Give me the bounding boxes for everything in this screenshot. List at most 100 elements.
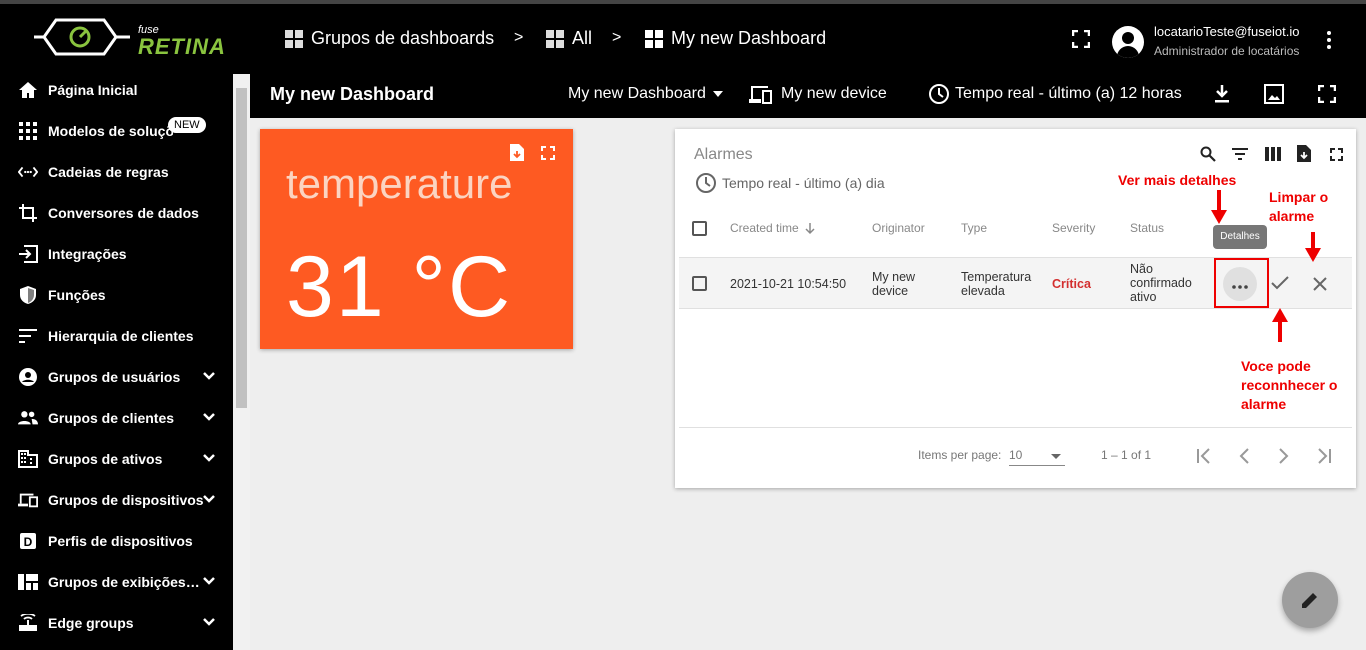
sidebar-item-roles[interactable]: Funções: [0, 274, 233, 315]
more-vert-icon[interactable]: [1322, 30, 1336, 50]
temperature-value: 31 °C: [286, 239, 513, 335]
sidebar-item-rule-chains[interactable]: Cadeias de regras: [0, 151, 233, 192]
cell-created-time: 2021-10-21 10:54:50: [730, 277, 847, 291]
cell-type: Temperatura elevada: [961, 270, 1031, 298]
sidebar-item-edge-groups[interactable]: Edge groups: [0, 602, 233, 643]
shield-icon: [18, 285, 38, 305]
domain-icon: [18, 449, 38, 469]
breadcrumb-label: My new Dashboard: [671, 28, 827, 48]
cell-line: Não: [1130, 262, 1153, 276]
people-icon: [18, 408, 38, 428]
view-quilt-icon: [18, 572, 38, 592]
clock-icon: [696, 173, 716, 193]
filter-icon[interactable]: [1232, 147, 1248, 161]
file-export-icon[interactable]: [510, 144, 524, 161]
column-header-label: Created time: [730, 221, 799, 235]
dashboard-icon: [546, 29, 564, 48]
fullscreen-icon[interactable]: [1330, 148, 1343, 161]
divider: [679, 427, 1352, 428]
column-header-status[interactable]: Status: [1130, 221, 1164, 235]
sidebar-item-label: Grupos de ativos: [48, 450, 163, 467]
sidebar-item-label: Grupos de exibições de entidades: [48, 573, 200, 590]
breadcrumb-separator: >: [612, 29, 622, 46]
image-export-icon[interactable]: [1263, 83, 1285, 105]
sidebar-item-label: Edge groups: [48, 614, 134, 631]
last-page-icon[interactable]: [1316, 448, 1332, 464]
page-range: 1 – 1 of 1: [1101, 448, 1152, 462]
file-export-icon[interactable]: [1297, 145, 1311, 162]
columns-icon[interactable]: [1265, 147, 1281, 161]
chevron-right-icon[interactable]: [1278, 448, 1290, 464]
user-email: locatarioTeste@fuseiot.io: [1154, 24, 1300, 39]
cell-status: Não confirmado ativo: [1130, 262, 1192, 304]
sidebar-item-data-converters[interactable]: Conversores de dados: [0, 192, 233, 233]
timewindow-selector[interactable]: Tempo real - último (a) 12 horas: [955, 85, 1182, 103]
download-icon[interactable]: [1213, 84, 1231, 104]
breadcrumb-dashboard-groups[interactable]: Grupos de dashboards: [285, 28, 494, 49]
edit-icon: [1302, 593, 1317, 608]
arrow-drop-down-icon: [1051, 454, 1061, 459]
entity-alias-selector[interactable]: My new device: [781, 85, 887, 103]
highlight-box: [1214, 258, 1269, 308]
cell-line: confirmado: [1130, 276, 1192, 290]
fullscreen-icon[interactable]: [1072, 30, 1090, 48]
cell-severity: Crítica: [1052, 277, 1091, 291]
dashboard-title: My new Dashboard: [270, 84, 435, 104]
breadcrumb-all[interactable]: All: [546, 28, 592, 49]
sidebar-item-label: Conversores de dados: [48, 204, 199, 221]
row-checkbox[interactable]: [692, 276, 707, 291]
chevron-down-icon[interactable]: [201, 614, 217, 630]
column-header-created-time[interactable]: Created time: [730, 221, 815, 235]
avatar[interactable]: [1112, 26, 1144, 58]
user-role: Administrador de locatários: [1154, 44, 1300, 58]
grid-icon: [18, 121, 38, 141]
sidebar-item-asset-groups[interactable]: Grupos de ativos: [0, 438, 233, 479]
sidebar-item-user-groups[interactable]: Grupos de usuários: [0, 356, 233, 397]
edit-fab-button[interactable]: [1282, 572, 1338, 628]
column-header-type[interactable]: Type: [961, 221, 987, 235]
close-icon[interactable]: [1313, 277, 1327, 291]
sidebar-item-customer-hierarchy[interactable]: Hierarquia de clientes: [0, 315, 233, 356]
cell-line: ativo: [1130, 290, 1157, 304]
home-icon: [18, 80, 38, 100]
sort-icon: [18, 326, 38, 346]
dashboard-selector[interactable]: My new Dashboard: [568, 85, 724, 103]
column-header-originator[interactable]: Originator: [872, 221, 925, 235]
arrow-down-icon: [1305, 248, 1321, 262]
check-icon[interactable]: [1271, 276, 1289, 290]
sidebar-item-entity-view-groups[interactable]: Grupos de exibições de entidades: [0, 561, 233, 602]
sidebar-item-device-groups[interactable]: Grupos de dispositivos: [0, 479, 233, 520]
select-all-checkbox[interactable]: [692, 221, 707, 236]
chevron-down-icon[interactable]: [201, 409, 217, 425]
router-icon: [18, 613, 38, 633]
devices-icon: [18, 490, 38, 510]
search-icon[interactable]: [1200, 146, 1216, 162]
fuse-retina-logo[interactable]: fuse RETINA: [34, 12, 225, 62]
sidebar-item-home[interactable]: Página Inicial: [0, 74, 233, 110]
cell-line: device: [872, 284, 909, 298]
annotation-acknowledge: Voce pode reconnhecer o alarme: [1241, 357, 1337, 414]
fullscreen-icon[interactable]: [1318, 85, 1336, 103]
first-page-icon[interactable]: [1196, 448, 1212, 464]
chevron-down-icon[interactable]: [201, 491, 217, 507]
logo-icon: [34, 18, 130, 56]
sidebar-item-label: Grupos de dispositivos: [48, 491, 204, 508]
annotation-line: alarme: [1269, 208, 1315, 224]
sidebar-item-customer-groups[interactable]: Grupos de clientes: [0, 397, 233, 438]
fullscreen-icon[interactable]: [541, 146, 555, 160]
chevron-left-icon[interactable]: [1238, 448, 1250, 464]
items-per-page-select[interactable]: 10: [1009, 446, 1065, 466]
sidebar-item-integrations[interactable]: Integrações: [0, 233, 233, 274]
chevron-down-icon[interactable]: [201, 573, 217, 589]
dashboard-selector-label: My new Dashboard: [568, 85, 706, 102]
column-header-severity[interactable]: Severity: [1052, 221, 1095, 235]
arrow-down-icon: [805, 222, 815, 234]
chevron-down-icon[interactable]: [201, 368, 217, 384]
alarm-timewindow[interactable]: Tempo real - último (a) dia: [722, 175, 885, 191]
chevron-down-icon[interactable]: [201, 450, 217, 466]
scrollbar-thumb[interactable]: [236, 88, 247, 408]
sidebar-item-device-profiles[interactable]: D Perfis de dispositivos: [0, 520, 233, 561]
items-per-page-value: 10: [1009, 448, 1023, 462]
arrow-down-icon: [1211, 210, 1227, 224]
sidebar-item-label: Funções: [48, 286, 106, 303]
